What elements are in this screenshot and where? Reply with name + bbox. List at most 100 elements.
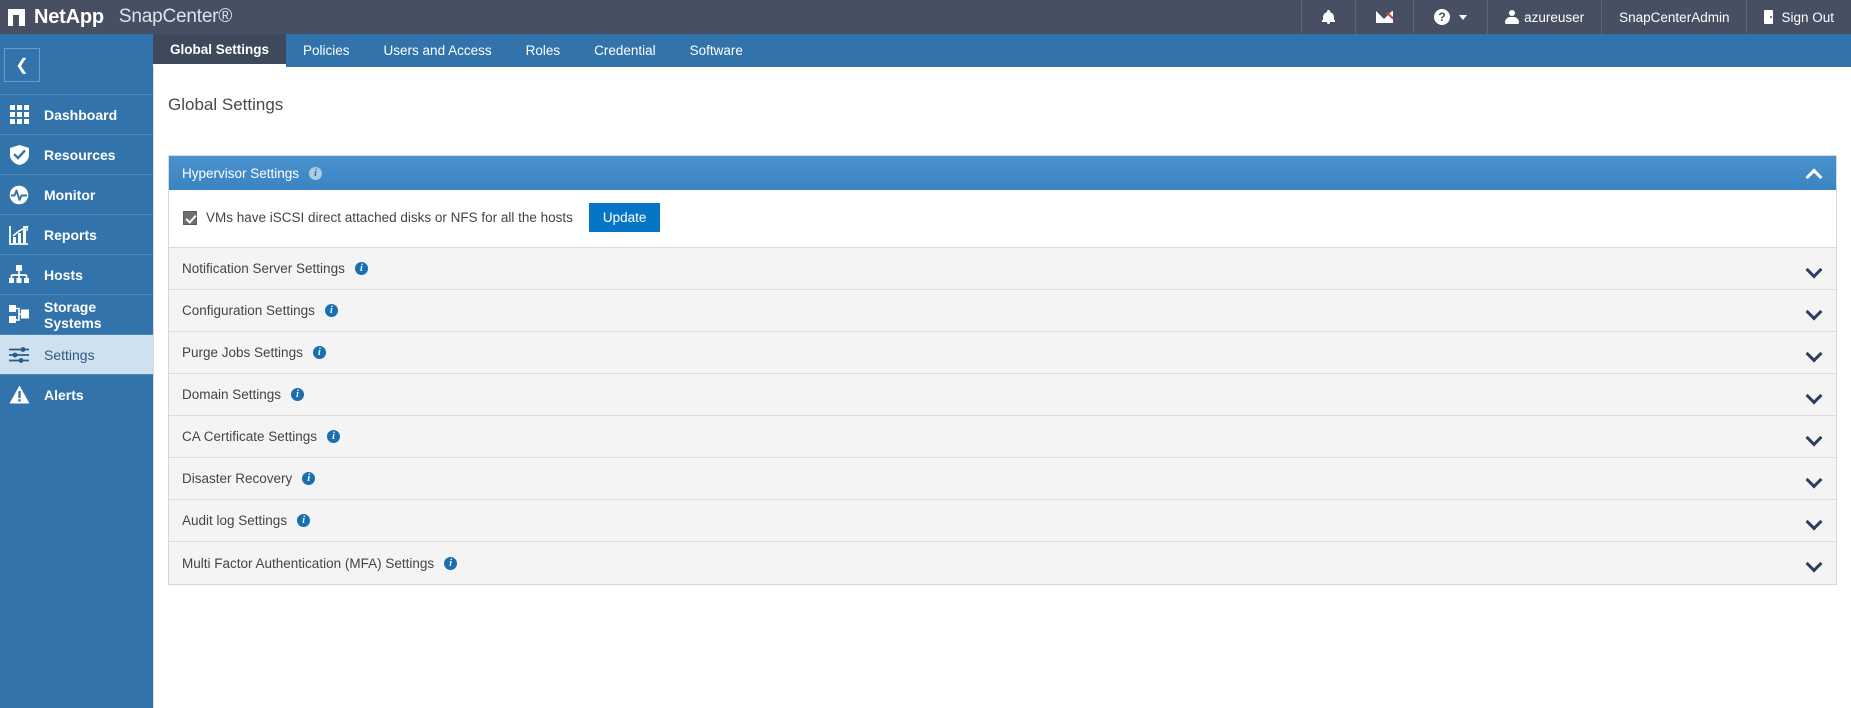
envelope-icon bbox=[1376, 11, 1394, 23]
sidebar-nav-list: Dashboard Resources Monitor Reports Host… bbox=[0, 94, 153, 414]
section-title: CA Certificate Settings bbox=[182, 429, 318, 444]
chevron-down-icon bbox=[1459, 14, 1468, 20]
section-header-purge-jobs-settings[interactable]: Purge Jobs Settings i bbox=[169, 332, 1836, 374]
section-title: Purge Jobs Settings bbox=[182, 345, 303, 360]
section-header-hypervisor-settings[interactable]: Hypervisor Settings i bbox=[169, 156, 1836, 190]
section-title: Configuration Settings bbox=[182, 303, 315, 318]
sidebar-item-monitor[interactable]: Monitor bbox=[0, 174, 153, 214]
user-name: azureuser bbox=[1524, 9, 1585, 25]
storage-nodes-icon bbox=[8, 304, 30, 326]
brand: NetApp SnapCenter® bbox=[0, 0, 232, 34]
tab-label: Roles bbox=[525, 43, 561, 58]
section-header-ca-certificate-settings[interactable]: CA Certificate Settings i bbox=[169, 416, 1836, 458]
tab-credential[interactable]: Credential bbox=[577, 34, 673, 67]
sidebar: ❮ Dashboard Resources Monitor Reports Ho… bbox=[0, 34, 153, 708]
info-icon[interactable]: i bbox=[297, 514, 311, 527]
vms-iscsi-checkbox[interactable] bbox=[183, 210, 197, 225]
chevron-down-icon[interactable] bbox=[1806, 474, 1822, 484]
tab-software[interactable]: Software bbox=[673, 34, 760, 67]
sidebar-item-label: Storage Systems bbox=[44, 298, 102, 331]
sign-out-label: Sign Out bbox=[1781, 9, 1834, 25]
chevron-down-icon[interactable] bbox=[1806, 516, 1822, 526]
section-title: Audit log Settings bbox=[182, 513, 288, 528]
header-actions: ? azureuser SnapCenterAdmin Sign Out bbox=[1301, 0, 1851, 34]
user-menu[interactable]: azureuser bbox=[1487, 0, 1601, 34]
info-icon[interactable]: i bbox=[324, 304, 338, 317]
sidebar-item-resources[interactable]: Resources bbox=[0, 134, 153, 174]
sidebar-item-label: Alerts bbox=[44, 386, 84, 403]
section-title: Notification Server Settings bbox=[182, 261, 345, 276]
update-button[interactable]: Update bbox=[588, 203, 661, 232]
warning-triangle-icon bbox=[8, 384, 30, 406]
sidebar-item-label: Hosts bbox=[44, 266, 83, 283]
sidebar-item-dashboard[interactable]: Dashboard bbox=[0, 94, 153, 134]
sign-out-button[interactable]: Sign Out bbox=[1746, 0, 1851, 34]
pulse-circle-icon bbox=[8, 184, 30, 206]
sidebar-collapse-button[interactable]: ❮ bbox=[4, 48, 40, 82]
info-icon[interactable]: i bbox=[354, 262, 368, 275]
sidebar-item-hosts[interactable]: Hosts bbox=[0, 254, 153, 294]
messages-button[interactable] bbox=[1355, 0, 1413, 34]
sliders-icon bbox=[8, 344, 30, 366]
tab-label: Users and Access bbox=[383, 43, 492, 58]
notifications-button[interactable] bbox=[1301, 0, 1355, 34]
section-title: Disaster Recovery bbox=[182, 471, 293, 486]
chevron-down-icon[interactable] bbox=[1806, 348, 1822, 358]
header-spacer bbox=[232, 0, 1301, 34]
bar-chart-icon bbox=[8, 224, 30, 246]
user-role-label: SnapCenterAdmin bbox=[1619, 9, 1730, 25]
section-header-disaster-recovery[interactable]: Disaster Recovery i bbox=[169, 458, 1836, 500]
info-icon[interactable]: i bbox=[444, 556, 458, 570]
section-title: Domain Settings bbox=[182, 387, 282, 402]
sidebar-item-alerts[interactable]: Alerts bbox=[0, 374, 153, 414]
tab-label: Software bbox=[689, 43, 743, 58]
section-header-domain-settings[interactable]: Domain Settings i bbox=[169, 374, 1836, 416]
tab-roles[interactable]: Roles bbox=[509, 34, 578, 67]
sidebar-item-label: Reports bbox=[44, 226, 97, 243]
chevron-down-icon[interactable] bbox=[1806, 306, 1822, 316]
info-icon[interactable]: i bbox=[291, 388, 305, 401]
top-header-bar: NetApp SnapCenter® ? azureuser SnapCente… bbox=[0, 0, 1851, 34]
chevron-down-icon[interactable] bbox=[1806, 432, 1822, 442]
section-header-audit-log-settings[interactable]: Audit log Settings i bbox=[169, 500, 1836, 542]
page-title: Global Settings bbox=[168, 95, 284, 114]
chevron-left-icon: ❮ bbox=[15, 57, 29, 74]
sidebar-item-storage-systems[interactable]: Storage Systems bbox=[0, 294, 153, 334]
tab-policies[interactable]: Policies bbox=[286, 34, 367, 67]
hypervisor-checkbox-row: VMs have iSCSI direct attached disks or … bbox=[183, 210, 573, 225]
tab-global-settings[interactable]: Global Settings bbox=[153, 34, 287, 67]
help-menu-button[interactable]: ? bbox=[1413, 0, 1487, 34]
tab-label: Credential bbox=[594, 43, 656, 58]
section-body-hypervisor-settings: VMs have iSCSI direct attached disks or … bbox=[169, 190, 1836, 248]
product-name: SnapCenter® bbox=[118, 6, 233, 27]
sidebar-item-label: Settings bbox=[44, 346, 95, 363]
door-exit-icon bbox=[1764, 10, 1775, 24]
info-icon[interactable]: i bbox=[302, 472, 316, 485]
chevron-down-icon[interactable] bbox=[1806, 390, 1822, 400]
tab-label: Global Settings bbox=[170, 41, 270, 57]
chevron-up-icon[interactable] bbox=[1806, 168, 1822, 178]
info-icon[interactable]: i bbox=[327, 430, 341, 443]
section-header-configuration-settings[interactable]: Configuration Settings i bbox=[169, 290, 1836, 332]
sidebar-item-settings[interactable]: Settings bbox=[0, 334, 153, 374]
section-header-notification-server-settings[interactable]: Notification Server Settings i bbox=[169, 248, 1836, 290]
brand-name: NetApp bbox=[34, 5, 104, 28]
sidebar-item-reports[interactable]: Reports bbox=[0, 214, 153, 254]
sidebar-item-label: Monitor bbox=[44, 186, 96, 203]
hosts-tree-icon bbox=[8, 264, 30, 286]
sidebar-item-label: Dashboard bbox=[44, 106, 118, 123]
info-icon[interactable]: i bbox=[312, 346, 326, 359]
section-title: Hypervisor Settings bbox=[182, 165, 300, 181]
user-role: SnapCenterAdmin bbox=[1601, 0, 1746, 34]
info-icon[interactable]: i bbox=[309, 166, 323, 180]
person-icon bbox=[1505, 10, 1520, 24]
tab-bar: Global Settings Policies Users and Acces… bbox=[0, 34, 1851, 67]
main-content: Global Settings Hypervisor Settings i VM… bbox=[153, 67, 1851, 708]
sidebar-item-label: Resources bbox=[44, 146, 116, 163]
section-header-mfa-settings[interactable]: Multi Factor Authentication (MFA) Settin… bbox=[169, 542, 1836, 584]
shield-check-icon bbox=[8, 144, 30, 166]
chevron-down-icon[interactable] bbox=[1806, 558, 1822, 568]
tab-users-and-access[interactable]: Users and Access bbox=[367, 34, 509, 67]
chevron-down-icon[interactable] bbox=[1806, 264, 1822, 274]
question-circle-icon: ? bbox=[1434, 9, 1451, 25]
